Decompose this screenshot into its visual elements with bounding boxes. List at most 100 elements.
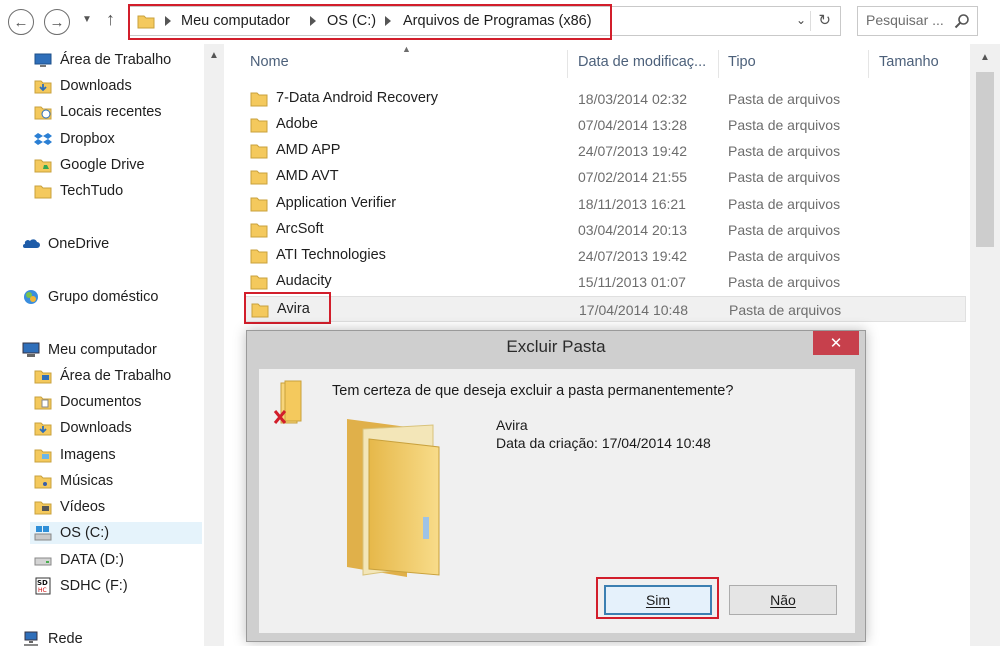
- file-date: 15/11/2013 01:07: [578, 274, 686, 290]
- nav-scrollbar[interactable]: ▲: [204, 44, 224, 646]
- nav-item-downloads-2[interactable]: Downloads: [34, 417, 132, 439]
- column-header-type[interactable]: Tipo: [728, 54, 756, 70]
- scrollbar-thumb[interactable]: [976, 72, 994, 247]
- up-button[interactable]: ↑: [106, 9, 115, 30]
- nav-item-musicas[interactable]: Músicas: [34, 470, 113, 492]
- file-name: AMD AVT: [276, 168, 339, 184]
- column-header-size[interactable]: Tamanho: [879, 54, 939, 70]
- nav-label: Grupo doméstico: [48, 289, 159, 305]
- folder-icon: [250, 92, 268, 107]
- column-separator[interactable]: [868, 50, 869, 78]
- music-folder-icon: [34, 475, 52, 489]
- downloads-folder-icon: [34, 422, 52, 436]
- folder-icon: [250, 170, 268, 185]
- file-type: Pasta de arquivos: [729, 302, 842, 318]
- breadcrumb-os-c[interactable]: OS (C:): [327, 13, 376, 29]
- nav-item-rede[interactable]: Rede: [22, 628, 83, 646]
- divider: [810, 11, 811, 31]
- nav-label: Músicas: [60, 473, 114, 489]
- nav-label: Rede: [48, 631, 83, 646]
- file-row[interactable]: Adobe 07/04/2014 13:28 Pasta de arquivos: [244, 112, 966, 138]
- navigation-pane: Área de Trabalho Downloads Locais recent…: [0, 44, 224, 646]
- column-header-name[interactable]: Nome: [250, 54, 289, 70]
- file-name: Avira: [277, 301, 310, 317]
- nav-item-techtudo[interactable]: TechTudo: [34, 180, 123, 202]
- file-list-scrollbar[interactable]: ▲: [970, 44, 1000, 646]
- file-type: Pasta de arquivos: [728, 222, 841, 238]
- nav-item-videos[interactable]: Vídeos: [34, 496, 105, 518]
- file-type: Pasta de arquivos: [728, 196, 841, 212]
- no-button[interactable]: Não: [729, 585, 837, 615]
- file-row[interactable]: Audacity 15/11/2013 01:07 Pasta de arqui…: [244, 269, 966, 295]
- sort-ascending-icon: ▲: [402, 44, 411, 54]
- nav-item-sdhc-f[interactable]: SD HC SDHC (F:): [34, 575, 128, 597]
- nav-item-os-c[interactable]: OS (C:): [30, 522, 202, 544]
- nav-item-data-d[interactable]: DATA (D:): [34, 549, 124, 571]
- column-separator[interactable]: [567, 50, 568, 78]
- close-button[interactable]: ✕: [813, 331, 859, 355]
- file-type: Pasta de arquivos: [728, 274, 841, 290]
- folder-icon: [250, 144, 268, 159]
- file-row[interactable]: AMD APP 24/07/2013 19:42 Pasta de arquiv…: [244, 138, 966, 164]
- scroll-up-icon[interactable]: ▲: [209, 50, 219, 61]
- sd-card-icon: SDHC: [35, 577, 51, 595]
- nav-item-google-drive[interactable]: Google Drive: [34, 154, 145, 176]
- address-history-dropdown[interactable]: ⌄: [796, 13, 806, 27]
- nav-item-imagens[interactable]: Imagens: [34, 444, 116, 466]
- file-row[interactable]: AMD AVT 07/02/2014 21:55 Pasta de arquiv…: [244, 164, 966, 190]
- nav-item-documentos[interactable]: Documentos: [34, 391, 141, 413]
- nav-label: Meu computador: [48, 342, 157, 358]
- scroll-up-icon[interactable]: ▲: [980, 52, 990, 63]
- chevron-right-icon: [165, 16, 171, 26]
- yes-button[interactable]: Sim: [604, 585, 712, 615]
- column-separator[interactable]: [718, 50, 719, 78]
- column-header-date[interactable]: Data de modificaç...: [578, 54, 706, 70]
- network-icon: [24, 631, 38, 646]
- nav-item-area-de-trabalho-2[interactable]: Área de Trabalho: [34, 365, 171, 387]
- recent-places-icon: [34, 106, 52, 120]
- nav-label: Downloads: [60, 78, 132, 94]
- search-icon[interactable]: [954, 13, 970, 29]
- file-type: Pasta de arquivos: [728, 248, 841, 264]
- nav-label: Área de Trabalho: [60, 368, 172, 384]
- file-name: ATI Technologies: [276, 247, 386, 263]
- file-row[interactable]: ATI Technologies 24/07/2013 19:42 Pasta …: [244, 243, 966, 269]
- nav-label: Documentos: [60, 394, 142, 410]
- folder-icon: [34, 185, 52, 199]
- nav-label: Área de Trabalho: [60, 52, 172, 68]
- forward-button[interactable]: →: [44, 9, 70, 35]
- file-row[interactable]: Application Verifier 18/11/2013 16:21 Pa…: [244, 191, 966, 217]
- nav-item-dropbox[interactable]: Dropbox: [34, 128, 115, 150]
- refresh-button[interactable]: ↻: [818, 11, 831, 29]
- large-folder-icon: [347, 419, 440, 577]
- file-row[interactable]: 7-Data Android Recovery 18/03/2014 02:32…: [244, 86, 966, 112]
- file-type: Pasta de arquivos: [728, 143, 841, 159]
- nav-item-locais-recentes[interactable]: Locais recentes: [34, 101, 162, 123]
- arrow-left-icon: ←: [13, 13, 29, 31]
- file-date: 07/02/2014 21:55: [578, 169, 687, 185]
- dialog-body: Tem certeza de que deseja excluir a past…: [259, 369, 855, 633]
- breadcrumb-meu-computador[interactable]: Meu computador: [181, 13, 290, 29]
- search-input[interactable]: [866, 12, 954, 28]
- search-box[interactable]: [857, 6, 978, 36]
- downloads-folder-icon: [34, 80, 52, 94]
- recent-locations-dropdown[interactable]: ▼: [82, 14, 92, 25]
- nav-item-grupo-domestico[interactable]: Grupo doméstico: [22, 286, 158, 308]
- folder-icon: [137, 15, 155, 29]
- address-bar[interactable]: Meu computador OS (C:) Arquivos de Progr…: [128, 6, 841, 36]
- file-row-selected[interactable]: Avira 17/04/2014 10:48 Pasta de arquivos: [244, 296, 966, 322]
- file-date: 24/07/2013 19:42: [578, 143, 687, 159]
- nav-item-onedrive[interactable]: OneDrive: [22, 233, 109, 255]
- file-date: 03/04/2014 20:13: [578, 222, 687, 238]
- breadcrumb-arquivos-de-programas[interactable]: Arquivos de Programas (x86): [403, 13, 592, 29]
- system-drive-icon: [34, 526, 52, 541]
- nav-item-meu-computador[interactable]: Meu computador: [22, 339, 157, 361]
- nav-item-downloads[interactable]: Downloads: [34, 75, 132, 97]
- documents-folder-icon: [34, 396, 52, 410]
- file-name: Adobe: [276, 116, 318, 132]
- file-row[interactable]: ArcSoft 03/04/2014 20:13 Pasta de arquiv…: [244, 217, 966, 243]
- file-name: Audacity: [276, 273, 332, 289]
- nav-item-area-de-trabalho[interactable]: Área de Trabalho: [34, 49, 171, 71]
- nav-label: Locais recentes: [60, 104, 162, 120]
- back-button[interactable]: ←: [8, 9, 34, 35]
